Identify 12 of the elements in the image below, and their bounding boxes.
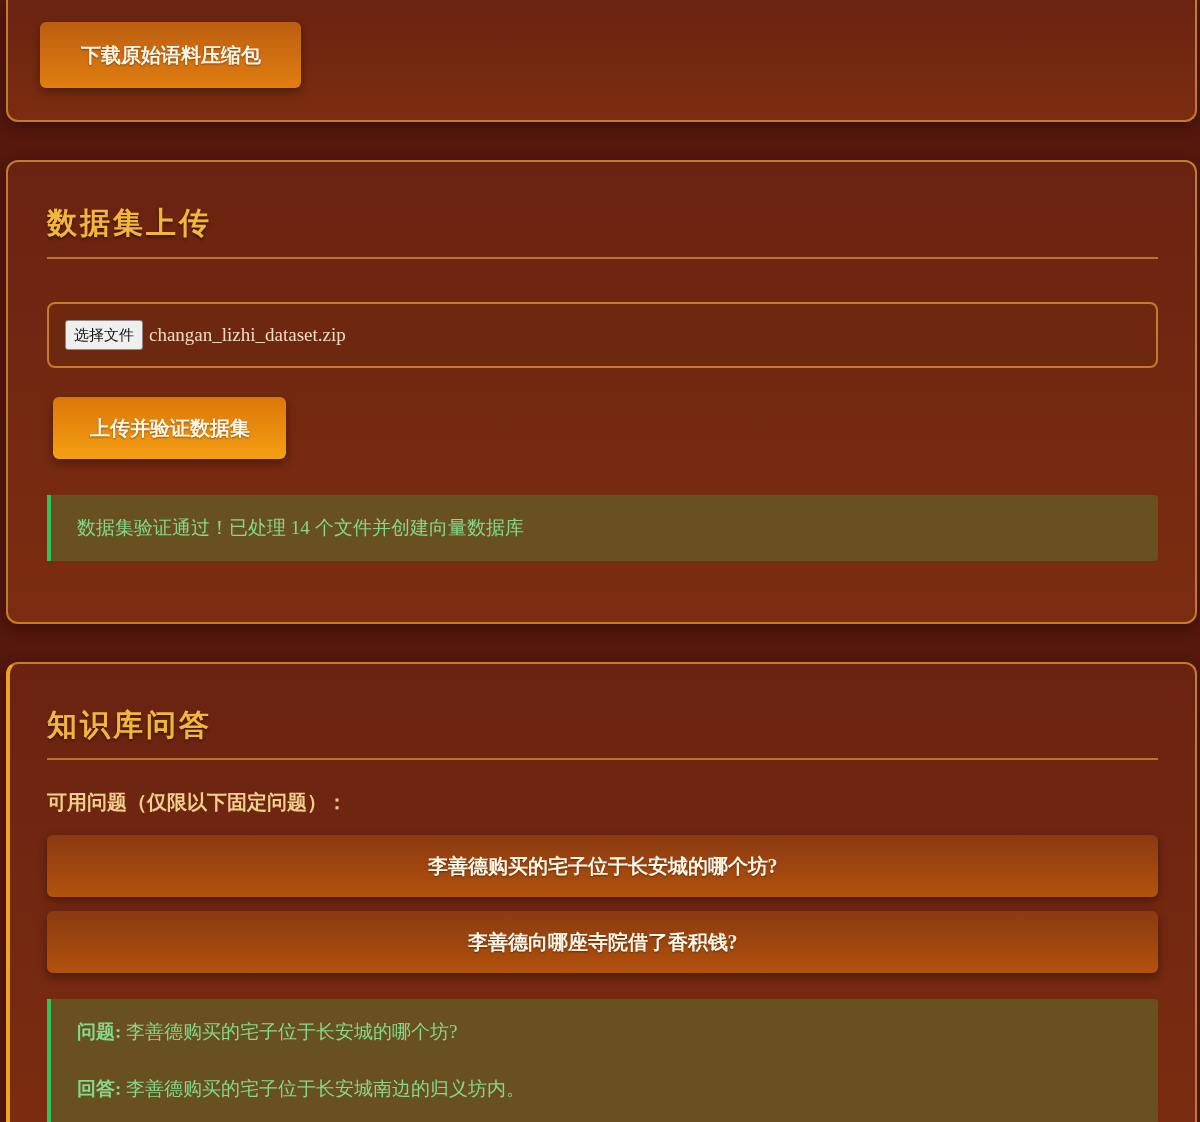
- answer-line: 问题: 李善德购买的宅子位于长安城的哪个坊?: [77, 1020, 458, 1044]
- questions-label: 可用问题（仅限以下固定问题）：: [47, 790, 347, 815]
- section-title: 数据集上传: [47, 205, 212, 241]
- choose-file-button[interactable]: 选择文件: [65, 320, 143, 350]
- alert-message: 数据集验证通过！已处理 14 个文件并创建向量数据库: [77, 515, 524, 540]
- file-name: changan_lizhi_dataset.zip: [149, 322, 346, 347]
- download-button[interactable]: 下载原始语料压缩包: [40, 22, 301, 88]
- section-title: 知识库问答: [47, 707, 212, 743]
- question-button[interactable]: 李善德向哪座寺院借了香积钱?: [47, 911, 1158, 973]
- answer-line: 回答: 李善德购买的宅子位于长安城南边的归义坊内。: [77, 1077, 526, 1101]
- file-input-field[interactable]: 选择文件 changan_lizhi_dataset.zip: [47, 302, 1158, 368]
- question-button[interactable]: 李善德购买的宅子位于长安城的哪个坊?: [47, 835, 1158, 897]
